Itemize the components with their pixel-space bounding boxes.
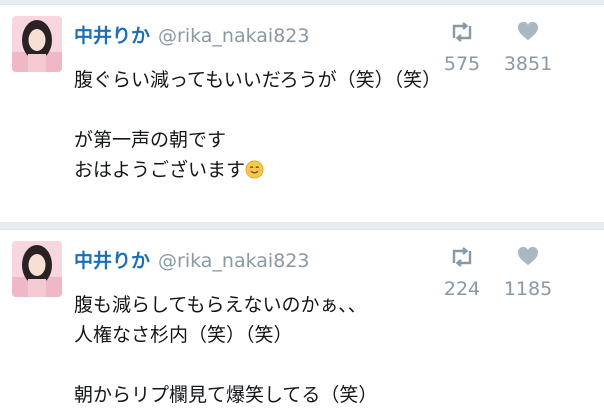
tweet-header: 中井りか @rika_nakai823: [74, 21, 309, 48]
retweet-icon: [432, 21, 492, 47]
tweet-text-line: 人権なさ杉内（笑）（笑）: [74, 324, 293, 346]
retweet-action[interactable]: 224: [432, 246, 492, 300]
heart-icon: [498, 21, 558, 47]
tweet-feed: 中井りか @rika_nakai823 腹ぐらい減ってもいいだろうが（笑）（笑） …: [0, 0, 604, 420]
tweet-card[interactable]: 中井りか @rika_nakai823 腹も減らしてもらえないのかぁ、、 人権なさ…: [0, 229, 604, 420]
retweet-count: 224: [443, 278, 481, 300]
tweet-text-line: 朝からリプ欄見て爆笑してる（笑）: [74, 384, 378, 406]
tweet-header: 中井りか @rika_nakai823: [74, 246, 309, 273]
tweet-card[interactable]: 中井りか @rika_nakai823 腹ぐらい減ってもいいだろうが（笑）（笑） …: [0, 4, 604, 222]
display-name[interactable]: 中井りか: [74, 250, 150, 272]
tweet-text: 腹も減らしてもらえないのかぁ、、 人権なさ杉内（笑）（笑） 朝からリプ欄見て爆笑…: [74, 290, 434, 410]
user-handle[interactable]: @rika_nakai823: [158, 250, 309, 272]
tweet-text-line: [74, 350, 434, 380]
user-handle[interactable]: @rika_nakai823: [158, 25, 309, 47]
tweet-text: 腹ぐらい減ってもいいだろうが（笑）（笑） が第一声の朝です おはようございます: [74, 65, 442, 188]
avatar[interactable]: [12, 241, 62, 297]
like-action[interactable]: 3851: [498, 21, 558, 75]
tweet-text-line: 腹ぐらい減ってもいいだろうが（笑）（笑）: [74, 69, 442, 91]
display-name[interactable]: 中井りか: [74, 25, 150, 47]
heart-icon: [498, 246, 558, 272]
retweet-count: 575: [443, 53, 481, 75]
retweet-icon: [432, 246, 492, 272]
smiling-face-icon: [245, 158, 264, 188]
tweet-text-line: [74, 95, 434, 125]
tweet-text-line-with-emoji: おはようございます: [74, 155, 434, 188]
like-count: 1185: [503, 278, 553, 300]
tweet-text-line: が第一声の朝です: [74, 129, 227, 151]
tweet-text-segment: おはようございます: [74, 159, 246, 181]
like-count: 3851: [503, 53, 553, 75]
avatar[interactable]: [12, 16, 62, 72]
like-action[interactable]: 1185: [498, 246, 558, 300]
tweet-text-line: 腹も減らしてもらえないのかぁ、、: [74, 294, 367, 316]
retweet-action[interactable]: 575: [432, 21, 492, 75]
